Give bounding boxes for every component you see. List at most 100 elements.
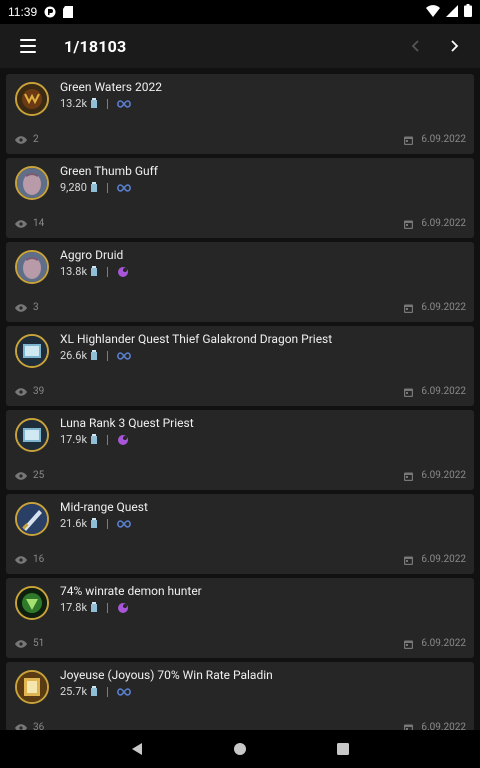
view-count: 51	[15, 638, 44, 649]
views-value: 16	[33, 554, 45, 565]
views-value: 51	[33, 638, 45, 649]
deck-meta: 17.8k	[60, 601, 129, 614]
dust-cost: 13.8k	[60, 265, 88, 278]
deck-meta: 17.9k	[60, 433, 129, 446]
date-value: 6.09.2022	[421, 470, 466, 481]
deck-card[interactable]: XL Highlander Quest Thief Galakrond Drag…	[6, 326, 474, 406]
view-count: 2	[15, 134, 39, 145]
dust-cost: 25.7k	[60, 685, 88, 698]
date-value: 6.09.2022	[421, 302, 466, 313]
deck-card[interactable]: Green Waters 2022 13.2k 2 6.09.2022	[6, 74, 474, 154]
hero-portrait-warrior	[15, 502, 49, 536]
arcane-dust-icon	[91, 350, 98, 360]
views-value: 14	[33, 218, 45, 229]
calendar-icon	[404, 304, 414, 313]
eye-icon	[15, 555, 27, 564]
deck-meta: 13.8k	[60, 265, 129, 278]
calendar-icon	[404, 388, 414, 397]
wild-format-icon	[117, 351, 131, 360]
app-bar: 1/18103	[0, 24, 480, 68]
view-count: 14	[15, 218, 44, 229]
date-value: 6.09.2022	[421, 722, 466, 730]
deck-date: 6.09.2022	[404, 470, 466, 481]
view-count: 3	[15, 302, 39, 313]
date-value: 6.09.2022	[421, 638, 466, 649]
wild-format-icon	[116, 183, 131, 192]
battery-icon	[464, 4, 472, 20]
dust-cost: 17.9k	[60, 433, 88, 446]
views-value: 39	[33, 386, 45, 397]
hero-portrait-demon-hunter	[15, 82, 49, 116]
back-button[interactable]	[127, 739, 147, 759]
dust-cost: 26.6k	[60, 349, 88, 362]
calendar-icon	[404, 220, 414, 229]
deck-card[interactable]: Aggro Druid 13.8k 3 6.09.2022	[6, 242, 474, 322]
deck-card[interactable]: Luna Rank 3 Quest Priest 17.9k 25 6.09.2…	[6, 410, 474, 490]
calendar-icon	[404, 640, 414, 649]
deck-meta: 26.6k	[60, 349, 131, 362]
deck-title: 74% winrate demon hunter	[60, 584, 202, 598]
view-count: 25	[15, 470, 44, 481]
views-value: 36	[33, 722, 45, 730]
views-value: 25	[33, 470, 45, 481]
view-count: 16	[15, 554, 44, 565]
status-time: 11:39	[8, 5, 38, 19]
deck-date: 6.09.2022	[404, 218, 466, 229]
deck-meta: 13.2k	[60, 97, 131, 110]
deck-date: 6.09.2022	[404, 302, 466, 313]
deck-card[interactable]: Green Thumb Guff 9,280 14 6.09.2022	[6, 158, 474, 238]
previous-page-button[interactable]	[404, 34, 428, 58]
hero-portrait-priest	[15, 334, 49, 368]
standard-format-icon	[118, 602, 129, 613]
page-counter: 1/18103	[64, 36, 127, 56]
standard-format-icon	[118, 434, 129, 445]
recents-button[interactable]	[333, 739, 353, 759]
calendar-icon	[404, 472, 414, 481]
view-count: 39	[15, 386, 44, 397]
eye-icon	[15, 639, 27, 648]
recents-square-icon	[337, 743, 349, 755]
deck-card[interactable]: 74% winrate demon hunter 17.8k 51 6.09.2…	[6, 578, 474, 658]
chevron-left-icon	[411, 40, 419, 52]
wild-format-icon	[117, 687, 131, 696]
app-notification-icon	[43, 5, 57, 19]
menu-button[interactable]	[20, 34, 44, 58]
deck-title: Joyeuse (Joyous) 70% Win Rate Paladin	[60, 668, 273, 682]
dust-cost: 17.8k	[60, 601, 88, 614]
deck-date: 6.09.2022	[404, 386, 466, 397]
deck-title: XL Highlander Quest Thief Galakrond Drag…	[60, 332, 333, 346]
deck-date: 6.09.2022	[404, 638, 466, 649]
system-navigation-bar	[0, 730, 480, 768]
hero-portrait-druid	[15, 250, 49, 284]
back-triangle-icon	[132, 743, 142, 755]
views-value: 3	[33, 302, 39, 313]
hero-portrait-paladin	[15, 670, 49, 704]
sd-card-icon	[61, 5, 75, 19]
chevron-right-icon	[451, 40, 459, 52]
dust-cost: 21.6k	[60, 517, 88, 530]
deck-date: 6.09.2022	[404, 134, 466, 145]
arcane-dust-icon	[91, 518, 98, 528]
calendar-icon	[404, 724, 414, 730]
deck-list[interactable]: Green Waters 2022 13.2k 2 6.09.2022 Gree…	[0, 68, 480, 730]
calendar-icon	[404, 136, 414, 145]
calendar-icon	[404, 556, 414, 565]
arcane-dust-icon	[91, 98, 98, 108]
home-button[interactable]	[230, 739, 250, 759]
date-value: 6.09.2022	[421, 134, 466, 145]
deck-meta: 21.6k	[60, 517, 131, 530]
date-value: 6.09.2022	[421, 218, 466, 229]
eye-icon	[15, 135, 27, 144]
deck-date: 6.09.2022	[404, 554, 466, 565]
deck-card[interactable]: Joyeuse (Joyous) 70% Win Rate Paladin 25…	[6, 662, 474, 730]
deck-card[interactable]: Mid-range Quest 21.6k 16 6.09.2022	[6, 494, 474, 574]
arcane-dust-icon	[91, 266, 98, 276]
status-right-icons	[426, 4, 472, 20]
arcane-dust-icon	[91, 434, 98, 444]
deck-title: Green Waters 2022	[60, 80, 162, 94]
deck-meta: 9,280	[60, 181, 131, 194]
deck-title: Aggro Druid	[60, 248, 124, 262]
next-page-button[interactable]	[442, 34, 466, 58]
home-circle-icon	[234, 743, 246, 755]
deck-title: Luna Rank 3 Quest Priest	[60, 416, 194, 430]
